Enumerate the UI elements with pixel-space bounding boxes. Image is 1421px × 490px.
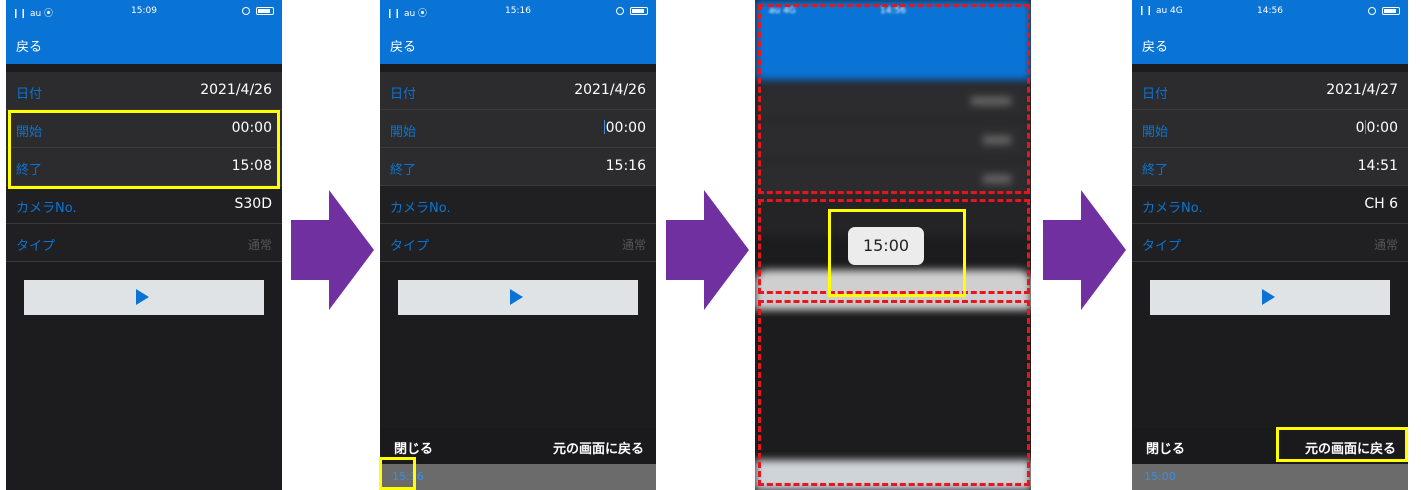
play-button[interactable] <box>24 280 264 315</box>
back-button[interactable]: 戻る <box>16 36 42 55</box>
start-label: 開始 <box>390 125 417 140</box>
back-button[interactable]: 戻る <box>1142 36 1168 55</box>
camera-row[interactable]: カメラNo. <box>380 186 656 224</box>
picker-time-highlight <box>379 457 416 490</box>
text-cursor <box>603 120 605 134</box>
play-button[interactable] <box>398 280 638 315</box>
nav-bar: 戻る <box>380 24 656 64</box>
phone-screen-1: ❙❙ au ⦿ 15:09 戻る 日付 2021/4/26 開始 00:00 終… <box>6 0 282 490</box>
start-end-highlight <box>8 110 280 189</box>
end-row[interactable]: 終了 15:16 <box>380 148 656 186</box>
play-button[interactable] <box>1150 280 1390 315</box>
start-value-pre: 0 <box>1355 120 1365 136</box>
type-row[interactable]: タイプ 通常 <box>6 224 282 262</box>
type-row[interactable]: タイプ 通常 <box>1132 224 1408 262</box>
status-clock: 15:16 <box>505 6 531 16</box>
play-icon <box>510 289 523 305</box>
dashed-region-bottom <box>758 300 1030 486</box>
rotation-lock-icon <box>616 7 624 15</box>
settings-list: 日付 2021/4/26 開始 00:00 終了 15:16 カメラNo. タイ… <box>380 72 656 262</box>
start-value[interactable]: 00:00 <box>1356 120 1398 136</box>
play-icon <box>136 289 149 305</box>
close-button[interactable]: 閉じる <box>394 438 433 457</box>
settings-list: 日付 2021/4/27 開始 0 0:00 終了 14:51 カメラNo. CH… <box>1132 72 1408 262</box>
camera-label: カメラNo. <box>390 201 451 216</box>
start-value-post: 0:00 <box>1366 120 1398 136</box>
camera-value: CH 6 <box>1364 196 1398 212</box>
rotation-lock-icon <box>242 7 250 15</box>
end-value[interactable]: 15:16 <box>606 158 646 174</box>
camera-row[interactable]: カメラNo. S30D <box>6 186 282 224</box>
type-value: 通常 <box>247 238 272 252</box>
end-value[interactable]: 14:51 <box>1358 158 1398 174</box>
start-row[interactable]: 開始 00:00 <box>380 110 656 148</box>
date-row[interactable]: 日付 2021/4/26 <box>380 72 656 110</box>
picker-time: 15:00 <box>1144 470 1176 483</box>
date-label: 日付 <box>390 87 417 102</box>
type-label: タイプ <box>1142 239 1182 254</box>
nav-bar: 戻る <box>6 24 282 64</box>
date-row[interactable]: 日付 2021/4/27 <box>1132 72 1408 110</box>
type-label: タイプ <box>16 239 56 254</box>
camera-value: S30D <box>234 196 272 212</box>
camera-row[interactable]: カメラNo. CH 6 <box>1132 186 1408 224</box>
time-picker[interactable]: 15:00 <box>1132 464 1408 490</box>
date-value: 2021/4/26 <box>200 82 272 98</box>
status-bar: ❙❙ au 4G 14:56 <box>1132 0 1408 24</box>
camera-label: カメラNo. <box>16 201 77 216</box>
type-label: タイプ <box>390 239 430 254</box>
phone-screen-2: ❙❙ au ⦿ 15:16 戻る 日付 2021/4/26 開始 00:00 終… <box>380 0 656 490</box>
time-popup-highlight <box>828 209 966 297</box>
type-row[interactable]: タイプ 通常 <box>380 224 656 262</box>
camera-label: カメラNo. <box>1142 201 1203 216</box>
battery-icon <box>630 7 648 15</box>
type-value: 通常 <box>621 238 646 252</box>
return-original-button[interactable]: 元の画面に戻る <box>553 438 644 457</box>
play-icon <box>1262 289 1275 305</box>
type-value: 通常 <box>1373 238 1398 252</box>
start-value-text: 00:00 <box>605 120 646 136</box>
start-value[interactable]: 00:00 <box>603 120 646 136</box>
back-button[interactable]: 戻る <box>390 36 416 55</box>
rotation-lock-icon <box>1368 7 1376 15</box>
end-label: 終了 <box>1142 163 1169 178</box>
date-label: 日付 <box>16 87 43 102</box>
end-label: 終了 <box>390 163 417 178</box>
battery-icon <box>256 7 274 15</box>
phone-screen-4: ❙❙ au 4G 14:56 戻る 日付 2021/4/27 開始 0 0:00 … <box>1132 0 1408 490</box>
status-bar: ❙❙ au ⦿ 15:16 <box>380 0 656 24</box>
battery-icon <box>1382 7 1400 15</box>
nav-bar: 戻る <box>1132 24 1408 64</box>
date-label: 日付 <box>1142 87 1169 102</box>
date-value: 2021/4/26 <box>574 82 646 98</box>
close-button[interactable]: 閉じる <box>1146 438 1185 457</box>
return-button-highlight <box>1276 427 1408 462</box>
status-clock: 14:56 <box>1257 6 1283 16</box>
dashed-region-top <box>758 4 1030 194</box>
date-row[interactable]: 日付 2021/4/26 <box>6 72 282 110</box>
start-row[interactable]: 開始 00:00 <box>1132 110 1408 148</box>
date-value: 2021/4/27 <box>1326 82 1398 98</box>
start-label: 開始 <box>1142 125 1169 140</box>
end-row[interactable]: 終了 14:51 <box>1132 148 1408 186</box>
status-clock: 15:09 <box>131 6 157 16</box>
status-bar: ❙❙ au ⦿ 15:09 <box>6 0 282 24</box>
picker-toolbar: 閉じる 元の画面に戻る <box>380 428 656 464</box>
time-picker[interactable]: 15:16 <box>380 464 656 490</box>
text-cursor <box>1364 120 1366 134</box>
